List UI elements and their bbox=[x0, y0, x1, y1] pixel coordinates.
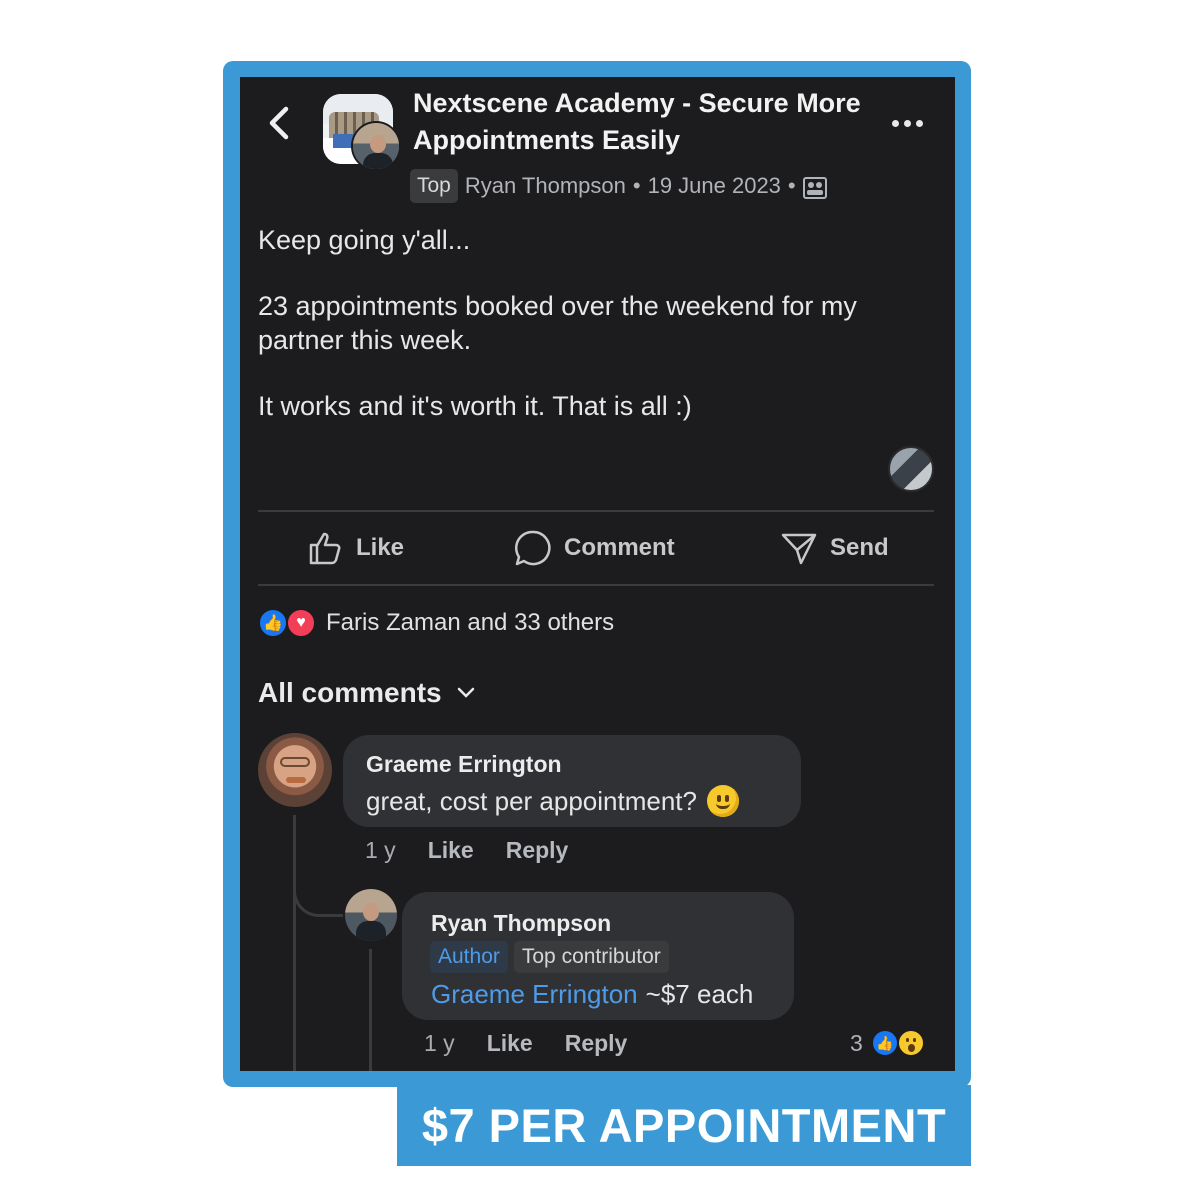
reply-author[interactable]: Ryan Thompson bbox=[431, 910, 611, 937]
reply-text-content: ~$7 each bbox=[645, 979, 754, 1009]
thread-line bbox=[293, 815, 296, 1071]
reply-text: Graeme Errington ~$7 each bbox=[431, 979, 753, 1010]
reply-time: 1 y bbox=[424, 1030, 455, 1056]
divider bbox=[258, 510, 934, 512]
send-icon bbox=[781, 533, 817, 565]
comment-label: Comment bbox=[564, 534, 675, 561]
viewer-avatar[interactable] bbox=[888, 446, 934, 492]
like-label: Like bbox=[356, 534, 405, 561]
heart-icon: ♥ bbox=[286, 608, 316, 638]
reply-tags: Author Top contributor bbox=[430, 941, 669, 973]
comment-text-content: great, cost per appointment? bbox=[366, 785, 697, 816]
thread-connector bbox=[293, 867, 343, 917]
comment-meta: 1 y Like Reply bbox=[365, 837, 568, 864]
post-paragraph: Keep going y'all... bbox=[258, 225, 471, 255]
comment-time: 1 y bbox=[365, 837, 396, 863]
chevron-down-icon bbox=[457, 687, 474, 698]
comments-sort-dropdown[interactable]: All comments bbox=[258, 673, 476, 713]
comments-sort-label: All comments bbox=[258, 677, 442, 708]
ellipsis-icon[interactable] bbox=[892, 111, 926, 135]
comment-text: great, cost per appointment? bbox=[366, 781, 739, 821]
like-icon: 👍 bbox=[258, 608, 288, 638]
avatar[interactable] bbox=[345, 889, 397, 941]
post-paragraph: It works and it's worth it. That is all … bbox=[258, 391, 692, 421]
reply-reaction-count: 3 bbox=[850, 1029, 863, 1056]
top-contributor-tag: Top contributor bbox=[513, 941, 669, 973]
thumbs-up-icon bbox=[309, 532, 341, 565]
author-name[interactable]: Ryan Thompson bbox=[465, 173, 626, 199]
comment-icon bbox=[514, 530, 551, 566]
author-tag: Author bbox=[430, 941, 508, 973]
author-avatar[interactable] bbox=[351, 121, 401, 171]
top-badge: Top bbox=[410, 169, 458, 203]
reaction-icons: 👍 ♥ bbox=[258, 607, 318, 639]
comment-author[interactable]: Graeme Errington bbox=[366, 751, 562, 778]
send-label: Send bbox=[830, 534, 889, 561]
send-button[interactable]: Send bbox=[780, 527, 889, 569]
group-title[interactable]: Nextscene Academy - Secure More Appointm… bbox=[413, 85, 873, 159]
meta-separator-2: • bbox=[787, 173, 796, 198]
reply-like-button[interactable]: Like bbox=[487, 1030, 533, 1057]
reply-meta: 1 y Like Reply bbox=[424, 1030, 627, 1057]
meta-separator: • bbox=[632, 173, 641, 198]
thread-line bbox=[369, 949, 372, 1071]
reactions-summary[interactable]: 👍 ♥ Faris Zaman and 33 others bbox=[258, 605, 614, 641]
avatar[interactable] bbox=[258, 733, 332, 807]
divider bbox=[258, 584, 934, 586]
promo-banner: $7 PER APPOINTMENT bbox=[397, 1085, 971, 1166]
smiley-emoji bbox=[706, 785, 739, 817]
wow-icon bbox=[896, 1029, 925, 1057]
reply-reply-button[interactable]: Reply bbox=[565, 1030, 628, 1057]
post-paragraph: 23 appointments booked over the weekend … bbox=[258, 291, 857, 355]
action-bar: Like Comment Send bbox=[258, 517, 934, 579]
chevron-left-icon[interactable] bbox=[266, 105, 296, 141]
reply-reactions[interactable]: 3 👍 bbox=[850, 1029, 925, 1057]
post-date: 19 June 2023 bbox=[647, 173, 781, 198]
comment-reply-button[interactable]: Reply bbox=[506, 837, 569, 864]
like-icon: 👍 bbox=[870, 1029, 899, 1057]
group-icon bbox=[802, 177, 827, 199]
comment-button[interactable]: Comment bbox=[514, 527, 675, 569]
post-body: Keep going y'all... 23 appointments book… bbox=[258, 223, 918, 455]
post-meta: Top Ryan Thompson • 19 June 2023 • bbox=[410, 168, 827, 204]
comment-like-button[interactable]: Like bbox=[428, 837, 474, 864]
reactions-text: Faris Zaman and 33 others bbox=[326, 609, 615, 636]
post-screen: Nextscene Academy - Secure More Appointm… bbox=[240, 77, 955, 1071]
mention-link[interactable]: Graeme Errington bbox=[431, 979, 638, 1010]
like-button[interactable]: Like bbox=[308, 527, 404, 569]
